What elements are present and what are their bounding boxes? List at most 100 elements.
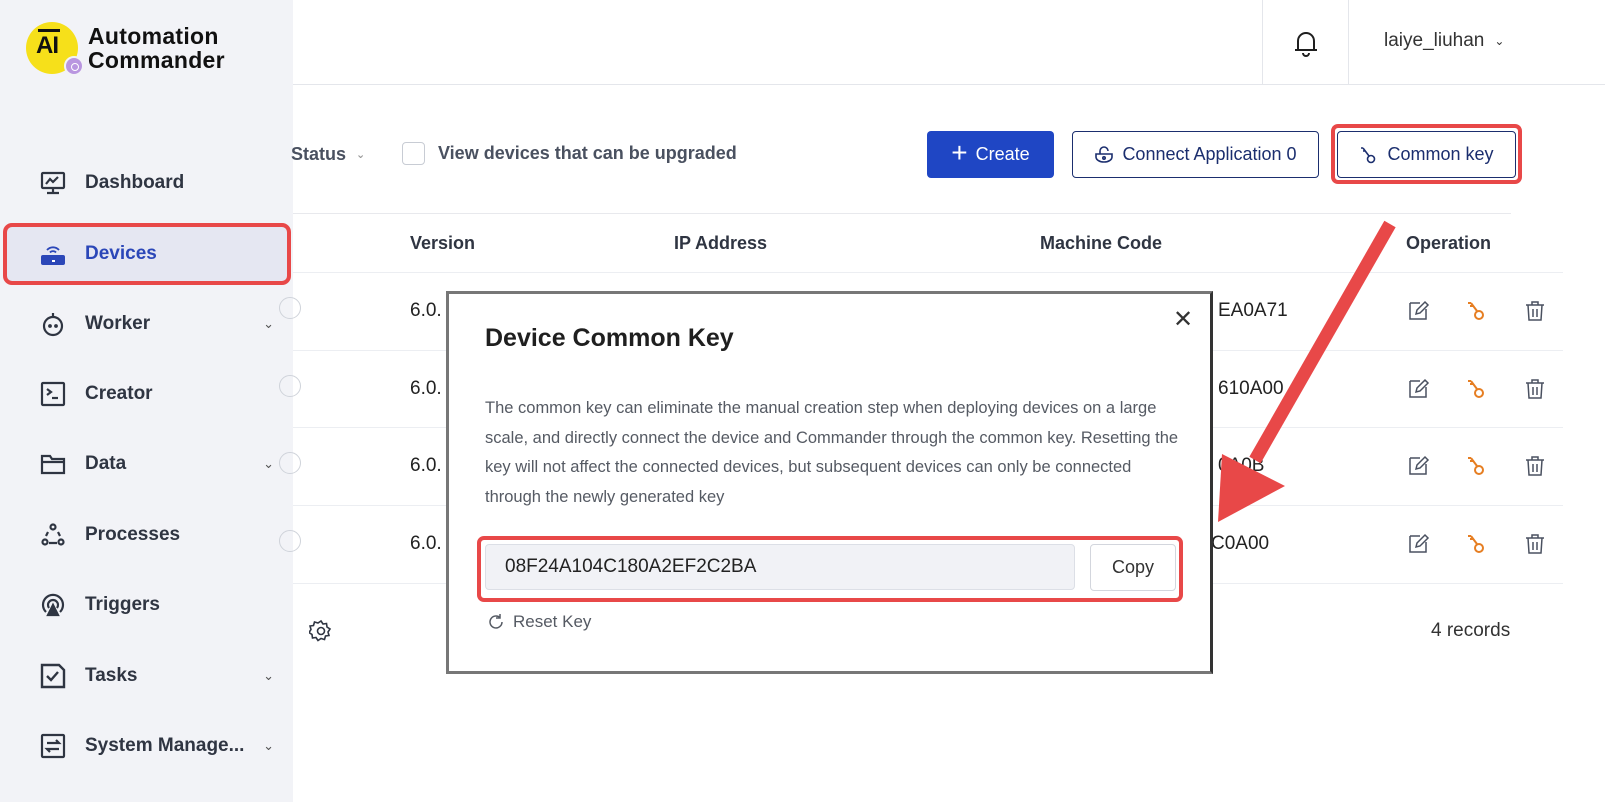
sidebar-item-label: Creator (85, 383, 153, 404)
reset-key-label: Reset Key (513, 612, 592, 631)
sidebar-item-label: Worker (85, 313, 151, 334)
task-check-icon (40, 663, 66, 689)
sidebar-item-dashboard[interactable]: Dashboard (6, 155, 288, 211)
records-count: 4 records (1431, 620, 1511, 641)
unlock-icon (1095, 145, 1114, 163)
logo-mark: AI (36, 29, 60, 59)
logo[interactable]: AI Automation Commander (26, 22, 225, 76)
sidebar-item-label: Tasks (85, 665, 138, 686)
terminal-icon (40, 381, 66, 407)
edit-icon[interactable] (1406, 299, 1430, 323)
sidebar-item-data[interactable]: Data ⌄ (6, 436, 288, 492)
key-icon[interactable] (1465, 454, 1489, 478)
cell-version: 6.0. (410, 533, 442, 554)
sidebar-item-label: Devices (85, 243, 157, 264)
checkbox-box[interactable] (402, 142, 425, 165)
row-status-toggle[interactable] (279, 375, 301, 397)
reset-key-button[interactable]: Reset Key (487, 612, 591, 632)
app-name: Automation Commander (88, 24, 225, 72)
row-status-toggle[interactable] (279, 297, 301, 319)
common-key-value: 08F24A104C180A2EF2C2BA (505, 556, 757, 577)
top-header: laiye_liuhan ⌄ (293, 0, 1605, 85)
edit-icon[interactable] (1406, 454, 1430, 478)
row-status-toggle[interactable] (279, 452, 301, 474)
cell-machine-code: C0A00 (1211, 533, 1270, 554)
logo-badge-icon: AI (26, 22, 84, 76)
sidebar: AI Automation Commander Dashboard Device… (0, 0, 293, 802)
sidebar-item-processes[interactable]: Processes (6, 507, 288, 563)
column-header-ip-address: IP Address (674, 233, 768, 253)
trash-icon[interactable] (1523, 377, 1547, 401)
status-filter-label: Status (291, 144, 347, 164)
system-switch-icon (40, 733, 66, 759)
row-status-toggle[interactable] (279, 530, 301, 552)
sidebar-item-label: Processes (85, 524, 181, 545)
device-common-key-dialog: Device Common Key ✕ The common key can e… (446, 291, 1213, 674)
chevron-down-icon[interactable]: ⌄ (263, 738, 274, 754)
sidebar-item-worker[interactable]: Worker ⌄ (6, 296, 288, 352)
cell-machine-code: 0A0B (1218, 455, 1265, 476)
column-header-machine-code: Machine Code (1040, 233, 1163, 253)
chevron-down-icon[interactable]: ⌄ (263, 668, 274, 684)
common-key-label: Common key (1387, 144, 1494, 164)
common-key-field[interactable]: 08F24A104C180A2EF2C2BA (485, 544, 1075, 590)
logo-gear-icon (64, 56, 84, 76)
notifications-button[interactable] (1262, 0, 1349, 85)
sidebar-item-creator[interactable]: Creator (6, 366, 288, 422)
refresh-icon (489, 614, 503, 629)
folder-icon (40, 451, 66, 477)
copy-button[interactable]: Copy (1090, 544, 1176, 591)
sidebar-item-devices[interactable]: Devices (3, 223, 291, 285)
sidebar-item-label: Data (85, 453, 127, 474)
user-menu[interactable]: laiye_liuhan ⌄ (1384, 30, 1504, 52)
create-button-label: Create (975, 144, 1030, 164)
trash-icon[interactable] (1523, 299, 1547, 323)
app-name-line2: Commander (88, 47, 225, 73)
chevron-down-icon[interactable]: ⌄ (263, 316, 274, 332)
app-root: AI Automation Commander Dashboard Device… (0, 0, 1605, 802)
trigger-icon (40, 592, 66, 618)
connect-application-label: Connect Application 0 (1122, 144, 1297, 164)
dialog-title: Device Common Key (485, 324, 734, 352)
chevron-down-icon[interactable]: ⌄ (263, 456, 274, 472)
column-header-operation: Operation (1406, 233, 1492, 253)
cell-machine-code: 610A00 (1218, 378, 1284, 399)
dialog-description: The common key can eliminate the manual … (485, 399, 1179, 506)
cell-version: 6.0. (410, 300, 442, 321)
key-icon[interactable] (1465, 377, 1489, 401)
status-filter-dropdown[interactable]: Status ⌄ (291, 144, 365, 165)
cell-machine-code: EA0A71 (1218, 300, 1288, 321)
sidebar-item-label: System Manage... (85, 735, 245, 756)
cell-version: 6.0. (410, 455, 442, 476)
connect-application-button[interactable]: Connect Application 0 (1072, 131, 1319, 178)
column-header-version: Version (410, 233, 476, 253)
router-device-icon (40, 241, 66, 267)
edit-icon[interactable] (1406, 377, 1430, 401)
sidebar-item-label: Dashboard (85, 172, 185, 193)
sidebar-item-tasks[interactable]: Tasks ⌄ (6, 648, 288, 704)
cell-version: 6.0. (410, 378, 442, 399)
key-icon[interactable] (1465, 532, 1489, 556)
divider (293, 213, 1511, 214)
chevron-down-icon: ⌄ (356, 149, 366, 161)
processes-icon (40, 522, 66, 548)
create-button[interactable]: + Create (927, 131, 1054, 178)
sidebar-item-triggers[interactable]: Triggers (6, 577, 288, 633)
trash-icon[interactable] (1523, 454, 1547, 478)
edit-icon[interactable] (1406, 532, 1430, 556)
monitor-chart-icon (40, 170, 66, 196)
checkbox-label: View devices that can be upgraded (438, 143, 737, 163)
sidebar-item-system-management[interactable]: System Manage... ⌄ (6, 718, 288, 774)
sidebar-item-label: Triggers (85, 594, 160, 615)
chevron-down-icon: ⌄ (1494, 34, 1505, 48)
common-key-button[interactable]: Common key (1337, 131, 1516, 178)
trash-icon[interactable] (1523, 532, 1547, 556)
upgradeable-devices-checkbox[interactable]: View devices that can be upgraded (402, 142, 737, 165)
plus-icon: + (951, 137, 968, 168)
gear-icon[interactable] (309, 619, 333, 643)
username: laiye_liuhan (1384, 30, 1485, 51)
close-icon[interactable]: ✕ (1170, 306, 1196, 333)
bell-icon (1294, 31, 1317, 57)
key-icon[interactable] (1465, 299, 1489, 323)
app-name-line1: Automation (88, 23, 219, 49)
